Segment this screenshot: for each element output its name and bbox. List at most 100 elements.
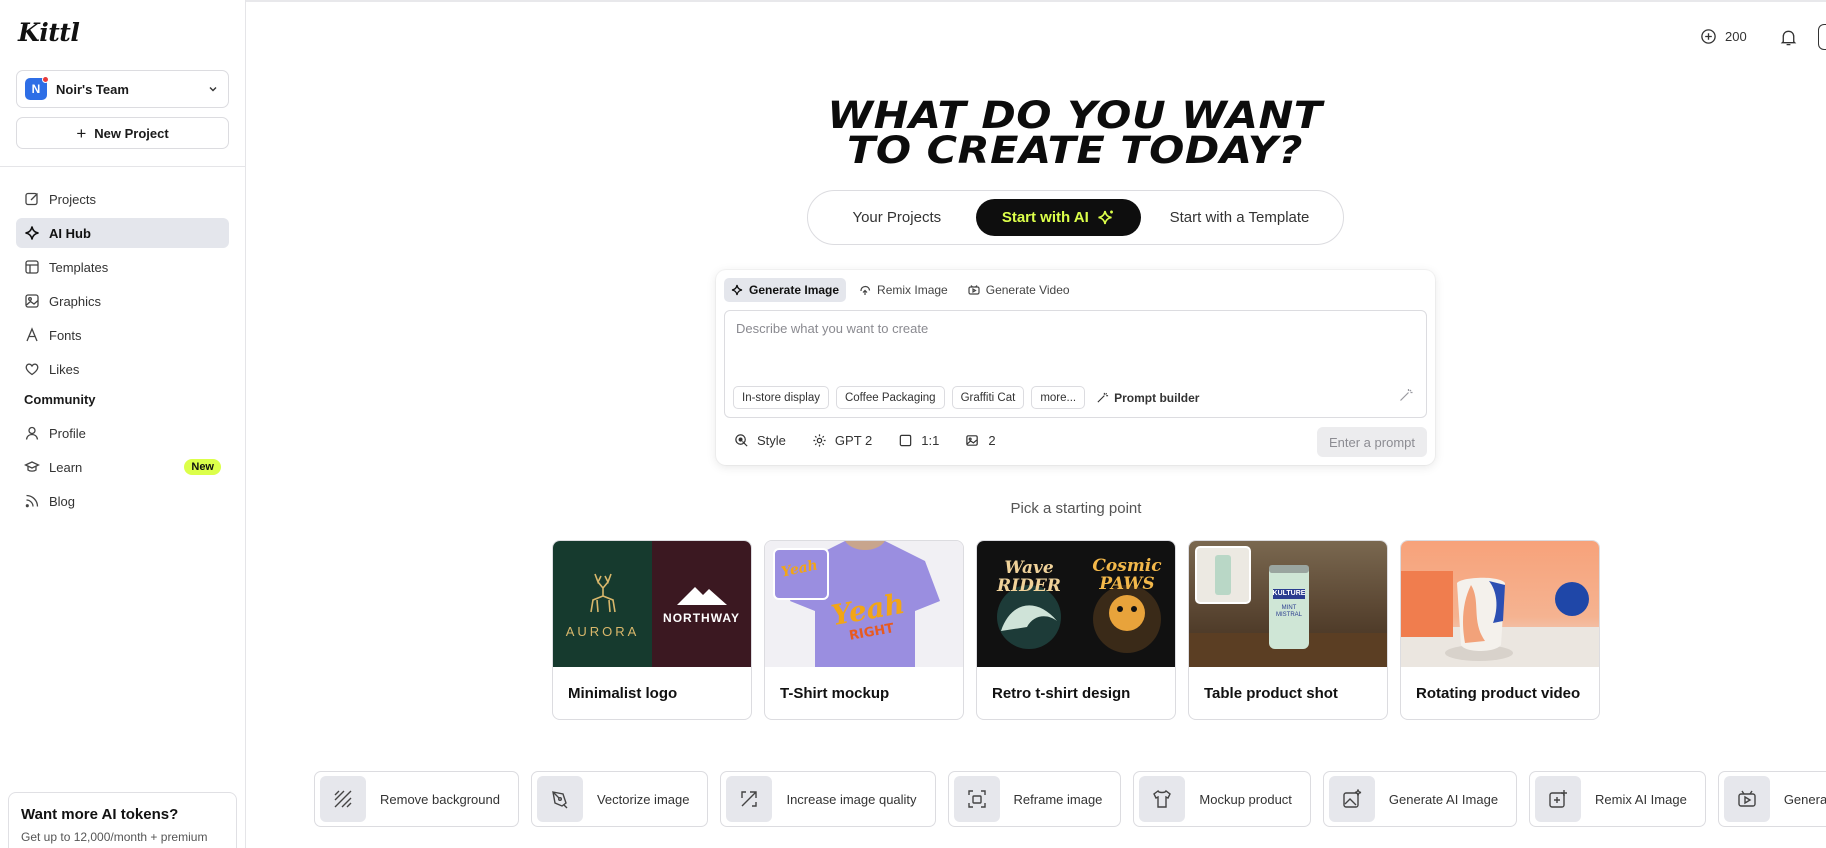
sparkle-icon bbox=[25, 226, 39, 240]
image-count-option[interactable]: 2 bbox=[965, 433, 996, 448]
tab-label: Start with AI bbox=[1001, 209, 1089, 226]
sidebar-item-templates[interactable]: Templates bbox=[16, 252, 229, 282]
mode-label: Remix Image bbox=[877, 283, 948, 297]
generation-mode-tabs: Generate Image Remix Image Generate Vide… bbox=[724, 278, 1077, 302]
start-card-label: Retro t-shirt design bbox=[992, 685, 1131, 702]
remove-bg-icon bbox=[320, 776, 366, 822]
tool-generate-video[interactable]: Generate Video bbox=[1717, 771, 1826, 827]
mode-generate-video[interactable]: Generate Video bbox=[961, 278, 1077, 302]
sidebar-nav: Projects AI Hub Templates Graphics Fonts… bbox=[16, 184, 229, 520]
tool-remove-background[interactable]: Remove background bbox=[314, 771, 519, 827]
sparkle-icon bbox=[731, 284, 743, 296]
hero-line-2: TO CREATE TODAY? bbox=[847, 129, 1303, 172]
start-card-rotating-video[interactable]: Rotating product video bbox=[1400, 540, 1600, 720]
image-icon bbox=[25, 294, 39, 308]
palette-icon bbox=[735, 434, 748, 447]
mode-generate-image[interactable]: Generate Image bbox=[724, 278, 847, 302]
credits-counter[interactable]: 200 bbox=[1700, 28, 1747, 45]
start-card-table-product[interactable]: KULTURE MINT MISTRAL Table product shot bbox=[1188, 540, 1388, 720]
pen-tool-icon bbox=[536, 776, 583, 822]
community-heading: Community bbox=[24, 391, 96, 407]
template-icon bbox=[25, 260, 39, 274]
sidebar-item-ai-hub[interactable]: AI Hub bbox=[16, 218, 229, 248]
prompt-input[interactable] bbox=[736, 321, 1336, 336]
magic-wand-icon bbox=[1097, 392, 1109, 403]
tool-reframe-image[interactable]: Reframe image bbox=[947, 771, 1122, 827]
model-option[interactable]: GPT 2 bbox=[812, 433, 872, 448]
aspect-ratio-label: 1:1 bbox=[921, 433, 940, 448]
deer-logo-icon bbox=[589, 573, 616, 612]
tool-label: Vectorize image bbox=[596, 791, 690, 807]
mode-remix-image[interactable]: Remix Image bbox=[852, 278, 955, 302]
app-root: Kittl N Noir's Team + New Project Projec… bbox=[0, 0, 1826, 848]
start-card-retro-tshirt[interactable]: Wave RIDER Cosmic PAWS Retro t-shirt des… bbox=[976, 540, 1176, 720]
credits-value: 200 bbox=[1725, 29, 1747, 44]
aspect-ratio-option[interactable]: 1:1 bbox=[898, 433, 939, 448]
prompt-builder-button[interactable]: Prompt builder bbox=[1096, 391, 1199, 405]
style-option[interactable]: Style bbox=[734, 433, 786, 448]
tab-your-projects[interactable]: Your Projects bbox=[818, 199, 976, 236]
mode-label: Generate Video bbox=[985, 283, 1070, 297]
top-divider bbox=[246, 0, 1826, 2]
video-icon bbox=[968, 285, 980, 295]
sidebar-item-label: Blog bbox=[49, 493, 76, 509]
sidebar-item-projects[interactable]: Projects bbox=[16, 184, 229, 214]
retro-tshirt-thumbnail: Wave RIDER Cosmic PAWS bbox=[977, 541, 1175, 667]
promo-subtitle: Get up to 12,000/month + premium bbox=[21, 830, 208, 844]
suggestion-chip[interactable]: Graffiti Cat bbox=[951, 386, 1025, 409]
sidebar-item-label: Profile bbox=[49, 425, 86, 441]
graduation-cap-icon bbox=[24, 461, 40, 472]
bell-icon[interactable] bbox=[1779, 28, 1798, 47]
rotating-video-thumbnail bbox=[1401, 541, 1599, 667]
chevron-down-icon bbox=[209, 87, 217, 92]
sidebar-item-label: Learn bbox=[49, 459, 83, 475]
square-icon bbox=[899, 434, 912, 447]
sidebar-item-graphics[interactable]: Graphics bbox=[16, 286, 229, 316]
sidebar-item-profile[interactable]: Profile bbox=[16, 418, 229, 448]
new-project-label: New Project bbox=[94, 125, 169, 141]
sidebar-item-likes[interactable]: Likes bbox=[16, 354, 229, 384]
tool-label: Remove background bbox=[380, 791, 500, 807]
suggestion-chip[interactable]: In-store display bbox=[733, 386, 829, 409]
aurora-logo-text: AURORA bbox=[565, 623, 640, 639]
images-icon bbox=[966, 435, 979, 446]
user-icon bbox=[25, 426, 39, 440]
prompt-box: In-store display Coffee Packaging Graffi… bbox=[724, 310, 1427, 418]
prompt-card: Generate Image Remix Image Generate Vide… bbox=[716, 270, 1435, 465]
gear-icon bbox=[813, 434, 826, 447]
start-card-label: Minimalist logo bbox=[568, 685, 678, 702]
sidebar-item-label: Templates bbox=[49, 259, 109, 275]
more-suggestions-chip[interactable]: more... bbox=[1031, 386, 1086, 409]
tool-generate-ai-image[interactable]: Generate AI Image bbox=[1322, 771, 1518, 827]
prompt-suggestions: In-store display Coffee Packaging Graffi… bbox=[733, 386, 1199, 409]
start-card-minimalist-logo[interactable]: AURORA NORTHWAY Minimalist logo bbox=[552, 540, 752, 720]
user-avatar[interactable] bbox=[1818, 24, 1826, 50]
team-selector[interactable]: N Noir's Team bbox=[16, 70, 229, 108]
submit-prompt-button[interactable]: Enter a prompt bbox=[1317, 427, 1427, 457]
tab-start-with-template[interactable]: Start with a Template bbox=[1141, 199, 1338, 236]
sidebar-item-blog[interactable]: Blog bbox=[16, 486, 229, 516]
tool-remix-ai-image[interactable]: Remix AI Image bbox=[1529, 771, 1706, 827]
sidebar-item-label: AI Hub bbox=[49, 225, 91, 241]
tool-increase-quality[interactable]: Increase image quality bbox=[720, 771, 936, 827]
suggestion-chip[interactable]: Coffee Packaging bbox=[835, 386, 945, 409]
cosmic-paws-text: Cosmic PAWS bbox=[1092, 556, 1162, 594]
sidebar-item-fonts[interactable]: Fonts bbox=[16, 320, 229, 350]
tool-mockup-product[interactable]: Mockup product bbox=[1133, 771, 1311, 827]
enhance-prompt-icon[interactable] bbox=[1398, 387, 1414, 403]
upscale-icon bbox=[726, 776, 773, 822]
tool-vectorize-image[interactable]: Vectorize image bbox=[530, 771, 709, 827]
tab-start-with-ai[interactable]: Start with AI bbox=[975, 199, 1142, 236]
kittl-logo[interactable]: Kittl bbox=[18, 18, 80, 47]
rss-icon bbox=[25, 494, 39, 508]
sidebar-item-learn[interactable]: Learn New bbox=[16, 452, 229, 482]
ai-tokens-promo[interactable]: Want more AI tokens? Get up to 12,000/mo… bbox=[8, 792, 237, 848]
new-project-button[interactable]: + New Project bbox=[16, 117, 229, 149]
image-count-label: 2 bbox=[988, 433, 996, 448]
starting-point-heading: Pick a starting point bbox=[1010, 500, 1142, 517]
start-card-label: Rotating product video bbox=[1416, 685, 1581, 702]
start-card-tshirt-mockup[interactable]: Yeah Yeah RIGHT T-Shirt mockup bbox=[764, 540, 964, 720]
style-label: Style bbox=[757, 433, 786, 448]
tool-label: Remix AI Image bbox=[1595, 791, 1687, 807]
mug-product-graphic bbox=[1401, 571, 1599, 667]
